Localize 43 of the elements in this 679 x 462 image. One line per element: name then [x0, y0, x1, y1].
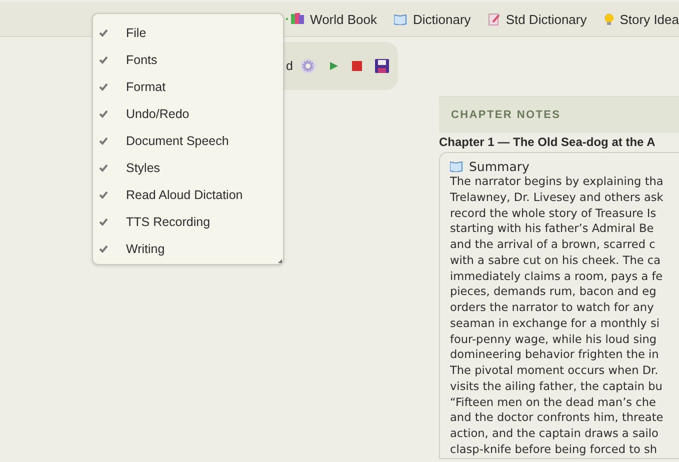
summary-text-line: record the whole story of Treasure Is [450, 206, 658, 222]
top-bar-link[interactable]: World Book [291, 12, 378, 26]
summary-text-line: immediately claims a room, pays a fe [450, 268, 664, 284]
summary-text-line: visits the ailing father, the captain bu [450, 378, 664, 394]
summary-text-line: Trelawney, Dr. Livesey and others ask [450, 190, 664, 206]
summary-text-line: The pivotal moment occurs when Dr. [450, 363, 660, 379]
menu-item[interactable]: Read Aloud Dictation [93, 181, 283, 208]
section-title: CHAPTER NOTES [451, 109, 561, 121]
summary-text-line: “Fifteen men on the dead man’s che [450, 394, 657, 410]
stop-icon[interactable] [352, 61, 362, 71]
lightbulb-icon [604, 12, 614, 26]
summary-text-line: with a sabre cut on his cheek. The ca [450, 252, 662, 268]
summary-text-line: orders the narrator to watch for any [450, 300, 655, 316]
summary-text-line: starting with his father’s Admiral Be [450, 221, 655, 237]
menu-item[interactable]: Writing [93, 235, 283, 262]
summary-text-line: and the doctor confronts him, threate [450, 410, 664, 426]
top-bar-link[interactable]: Std Dictionary [488, 12, 587, 26]
memo-icon [488, 12, 500, 26]
summary-text-line: pieces, demands rum, bacon and eg [450, 284, 658, 300]
top-bar-link[interactable]: Dictionary [394, 12, 471, 26]
menu-item[interactable]: Format [93, 73, 283, 100]
summary-text-line: four-penny wage, while his loud sing [450, 332, 658, 348]
settings-icon[interactable] [300, 58, 316, 74]
toolbar-label: d [286, 59, 293, 73]
summary-heading: Summary [469, 159, 530, 174]
summary-text-line: action, and the captain draws a sailo [450, 426, 660, 442]
menu-item[interactable]: Undo/Redo [93, 100, 283, 127]
menu-item[interactable]: Document Speech [93, 127, 283, 154]
menu-item[interactable]: File [93, 19, 283, 46]
books-icon [291, 13, 304, 25]
summary-text-line: The narrator begins by explaining tha [450, 174, 664, 190]
menu-item[interactable]: Fonts [93, 46, 283, 73]
save-icon[interactable] [374, 59, 389, 73]
summary-text-line: domineering behavior frighten the in [450, 347, 660, 363]
play-icon[interactable] [328, 61, 339, 71]
menu-item[interactable]: TTS Recording [93, 208, 283, 235]
summary-text-line: seaman in exchange for a monthly si [450, 316, 660, 332]
summary-text-line: and the arrival of a brown, scarred c [450, 237, 656, 253]
summary-text-line: clasp-knife before being forced to sh [450, 442, 658, 458]
menu-item[interactable]: Styles [93, 154, 283, 181]
resize-grip-icon [278, 259, 282, 263]
top-bar-link[interactable]: Story Idea [604, 12, 679, 26]
chapter-title: Chapter 1 — The Old Sea-dog at the A [439, 135, 656, 149]
